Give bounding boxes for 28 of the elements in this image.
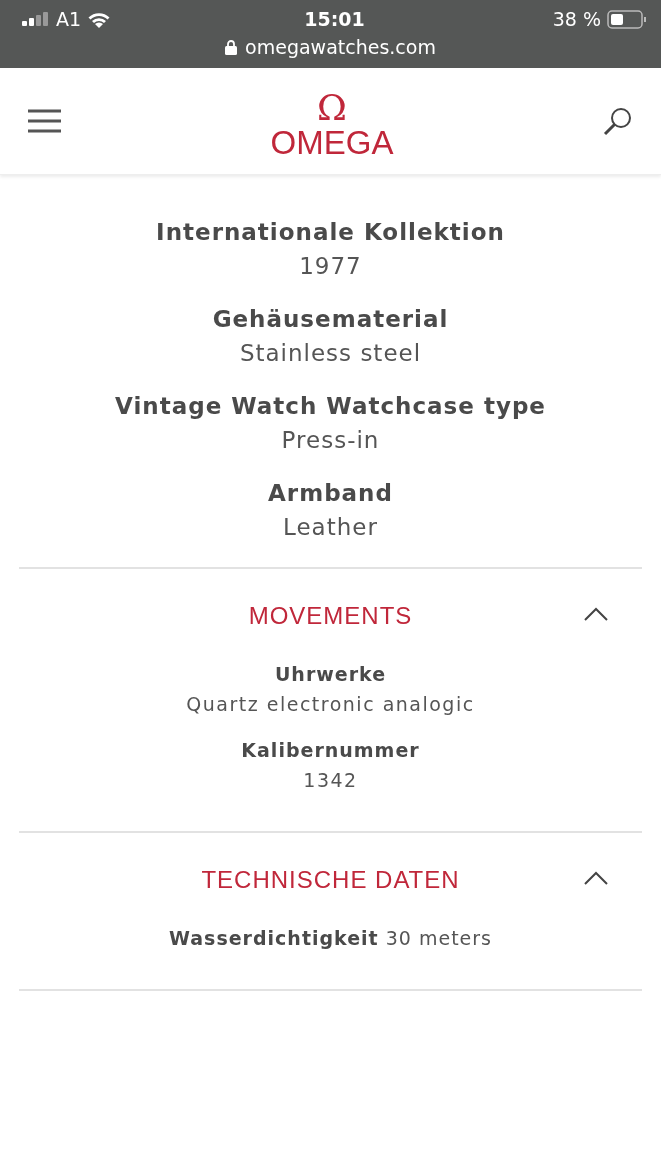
- lock-icon: [225, 39, 238, 55]
- menu-icon[interactable]: [28, 109, 61, 133]
- spec-label: Internationale Kollektion: [156, 219, 505, 245]
- spec-value: 1977: [299, 253, 362, 279]
- spec-value: Press-in: [281, 427, 380, 453]
- chevron-up-icon[interactable]: [584, 607, 608, 621]
- signal-icon: [22, 12, 50, 26]
- chevron-up-icon[interactable]: [584, 871, 608, 885]
- spec-value: Leather: [283, 514, 378, 540]
- brand-logo[interactable]: Ω OMEGA: [270, 90, 394, 160]
- spec-label: Gehäusematerial: [212, 306, 449, 332]
- battery-icon: [607, 9, 647, 29]
- spec-value: Quartz electronic analogic: [186, 693, 475, 715]
- section-title[interactable]: TECHNISCHE DATEN: [201, 866, 460, 894]
- clock-time: 15:01: [304, 8, 365, 30]
- address-url[interactable]: omegawatches.com: [245, 36, 436, 58]
- wifi-icon: [87, 10, 112, 28]
- carrier-name: A1: [56, 8, 82, 30]
- battery-percentage: 38 %: [552, 8, 601, 30]
- spec-label: Vintage Watch Watchcase type: [115, 393, 546, 419]
- section-title[interactable]: MOVEMENTS: [248, 602, 413, 630]
- spec-label: Kalibernummer: [241, 739, 420, 761]
- spec-text: Wasserdichtigkeit 30 meters: [169, 927, 492, 949]
- spec-value: 1342: [303, 769, 358, 791]
- spec-label: Uhrwerke: [274, 663, 387, 685]
- spec-value: Stainless steel: [239, 340, 422, 366]
- spec-label: Armband: [268, 480, 393, 506]
- search-icon[interactable]: [603, 106, 633, 136]
